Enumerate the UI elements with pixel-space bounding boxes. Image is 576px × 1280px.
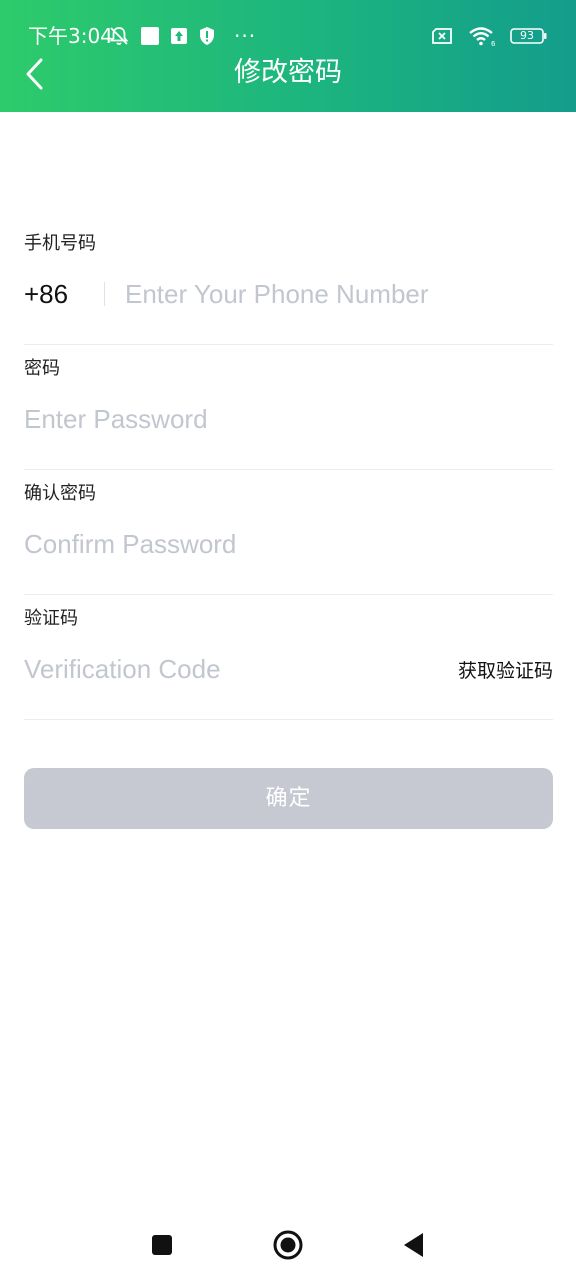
confirm-password-label: 确认密码 [24, 483, 96, 504]
confirm-button[interactable]: 确定 [24, 768, 553, 829]
password-field: 密码 [24, 345, 553, 470]
home-button[interactable] [263, 1215, 313, 1275]
phone-divider [104, 282, 105, 306]
change-password-screen: 下午3:04 ··· 6 93 修改密码 手机号码 +86 Enter Your… [0, 0, 576, 1280]
phone-field: 手机号码 +86 [24, 220, 553, 345]
phone-input[interactable] [125, 272, 553, 316]
header: 下午3:04 ··· 6 93 修改密码 [0, 0, 576, 112]
more-indicator: ··· [234, 24, 257, 48]
shield-icon [198, 26, 216, 46]
status-bar: 下午3:04 ··· 6 93 [0, 18, 576, 54]
status-icons-left: ··· [108, 22, 256, 50]
square-app-icon [140, 26, 160, 46]
status-time: 下午3:04 [28, 24, 113, 48]
get-code-button[interactable]: 获取验证码 [458, 656, 553, 683]
change-password-form: 手机号码 +86 密码 确认密码 验证码 获取验证码 [24, 220, 553, 720]
status-icons-right: 6 93 [430, 22, 548, 50]
confirm-password-input[interactable] [24, 522, 553, 566]
svg-text:6: 6 [491, 40, 496, 47]
sim-error-icon [430, 27, 454, 45]
confirm-password-field: 确认密码 [24, 470, 553, 595]
verification-label: 验证码 [24, 608, 78, 629]
country-code[interactable]: +86 [24, 279, 104, 310]
battery-icon: 93 [510, 27, 548, 45]
home-icon [273, 1230, 303, 1260]
system-nav-bar [0, 1215, 576, 1275]
wifi-icon: 6 [468, 25, 496, 47]
verification-field: 验证码 获取验证码 [24, 595, 553, 720]
nav-back-button[interactable] [389, 1215, 439, 1275]
recent-apps-icon [152, 1235, 172, 1255]
battery-level: 93 [520, 29, 534, 42]
back-triangle-icon [404, 1233, 423, 1257]
bell-muted-icon [108, 25, 130, 47]
phone-row: +86 [24, 272, 553, 316]
recent-apps-button[interactable] [137, 1215, 187, 1275]
verification-code-input[interactable] [24, 647, 458, 691]
page-title: 修改密码 [234, 57, 342, 88]
upload-icon [170, 27, 188, 45]
phone-label: 手机号码 [24, 233, 96, 254]
password-label: 密码 [24, 358, 60, 379]
password-input[interactable] [24, 397, 553, 441]
verification-row: 获取验证码 [24, 647, 553, 691]
